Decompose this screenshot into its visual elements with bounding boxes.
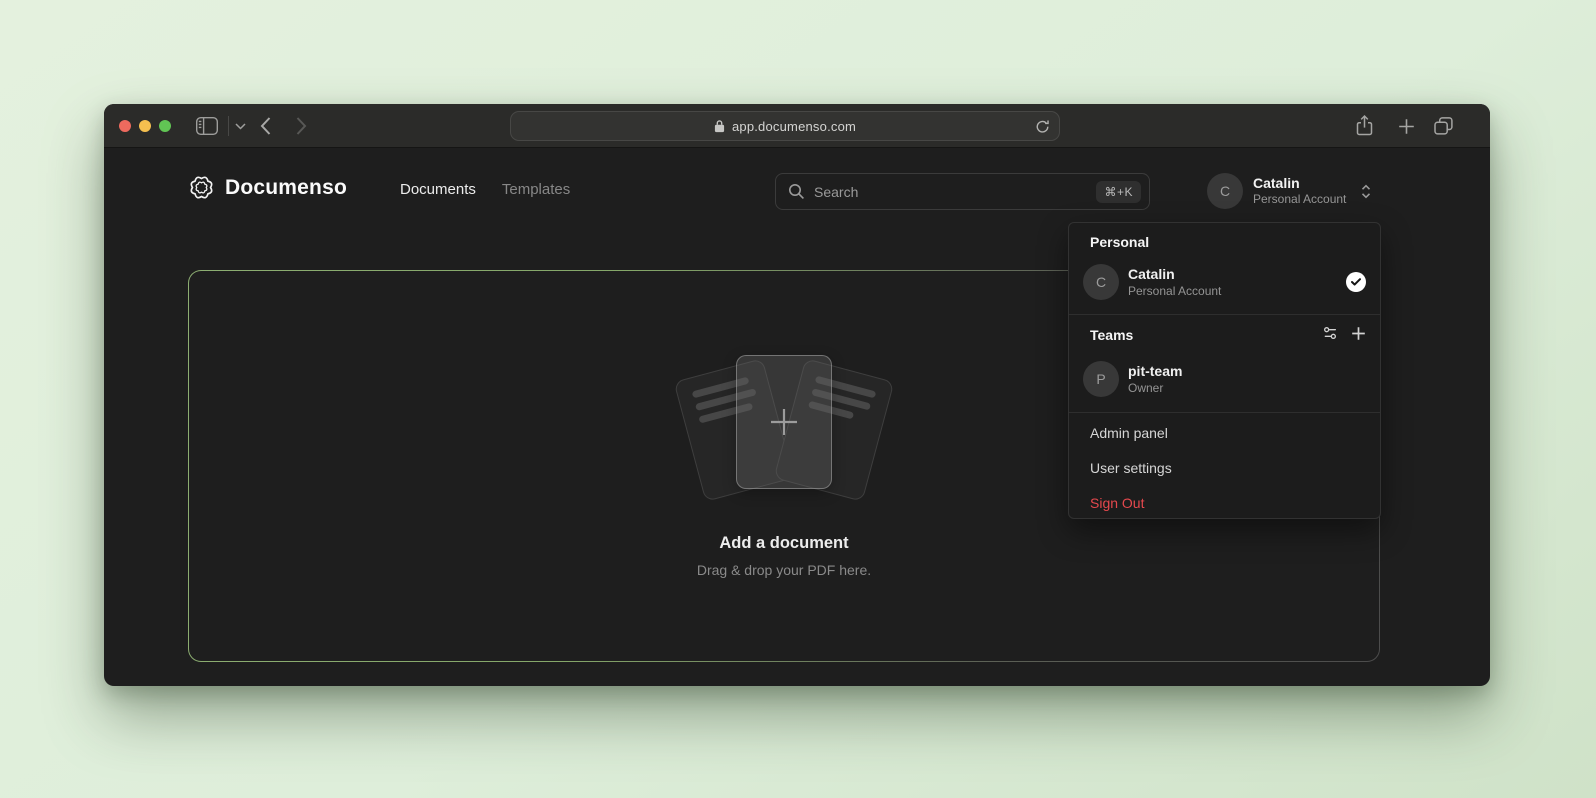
toolbar-divider [228, 116, 229, 136]
personal-account-item[interactable]: C Catalin Personal Account [1083, 260, 1366, 304]
chevron-down-icon[interactable] [235, 123, 246, 130]
selected-check-icon [1346, 272, 1366, 292]
search-icon [788, 183, 805, 200]
team-item[interactable]: P pit-team Owner [1083, 357, 1366, 401]
browser-toolbar: app.documenso.com [104, 104, 1490, 148]
team-name: pit-team [1128, 363, 1182, 380]
menu-items: Admin panel User settings Sign Out [1069, 416, 1380, 521]
plus-icon [763, 401, 805, 443]
search-placeholder: Search [814, 184, 1087, 200]
menu-divider [1069, 314, 1380, 315]
menu-item-admin-panel[interactable]: Admin panel [1069, 416, 1380, 451]
url-text: app.documenso.com [732, 119, 856, 134]
add-document-card[interactable] [736, 355, 832, 489]
window-zoom-button[interactable] [159, 120, 171, 132]
menu-item-sign-out[interactable]: Sign Out [1069, 486, 1380, 521]
teams-section-heading: Teams [1090, 327, 1133, 343]
nav-templates[interactable]: Templates [502, 181, 570, 198]
main-nav: Documents Templates [400, 181, 570, 198]
chevron-up-down-icon [1360, 183, 1372, 200]
forward-button[interactable] [296, 117, 307, 135]
brand[interactable]: Documenso [188, 174, 347, 201]
avatar: C [1207, 173, 1243, 209]
window-close-button[interactable] [119, 120, 131, 132]
dropzone-subtitle: Drag & drop your PDF here. [697, 562, 871, 578]
search-shortcut-badge: ⌘+K [1096, 181, 1141, 203]
menu-item-user-settings[interactable]: User settings [1069, 451, 1380, 486]
team-role: Owner [1128, 380, 1182, 396]
personal-section-heading: Personal [1090, 234, 1149, 250]
new-tab-icon[interactable] [1398, 118, 1415, 135]
sidebar-toggle-icon[interactable] [196, 117, 218, 135]
tab-overview-icon[interactable] [1434, 117, 1453, 135]
nav-documents[interactable]: Documents [400, 181, 476, 198]
share-icon[interactable] [1356, 115, 1373, 136]
dropzone-title: Add a document [719, 534, 848, 553]
manage-teams-icon[interactable] [1322, 325, 1338, 341]
lock-icon [714, 119, 725, 133]
search-input[interactable]: Search ⌘+K [775, 173, 1150, 210]
menu-divider [1069, 412, 1380, 413]
account-dropdown-menu: Personal C Catalin Personal Account Team… [1068, 222, 1381, 519]
back-button[interactable] [260, 117, 271, 135]
create-team-icon[interactable] [1351, 326, 1366, 341]
account-name: Catalin [1253, 175, 1346, 192]
address-bar[interactable]: app.documenso.com [510, 111, 1060, 141]
personal-account-name: Catalin [1128, 266, 1221, 283]
documenso-logo-icon [188, 174, 215, 201]
documents-illustration [664, 354, 904, 506]
brand-name: Documenso [225, 176, 347, 200]
browser-window: app.documenso.com [104, 104, 1490, 686]
personal-account-subtitle: Personal Account [1128, 283, 1221, 299]
avatar: C [1083, 264, 1119, 300]
window-minimize-button[interactable] [139, 120, 151, 132]
account-menu-button[interactable]: C Catalin Personal Account [1207, 173, 1372, 209]
account-subtitle: Personal Account [1253, 192, 1346, 207]
reload-icon[interactable] [1035, 119, 1050, 134]
team-avatar: P [1083, 361, 1119, 397]
